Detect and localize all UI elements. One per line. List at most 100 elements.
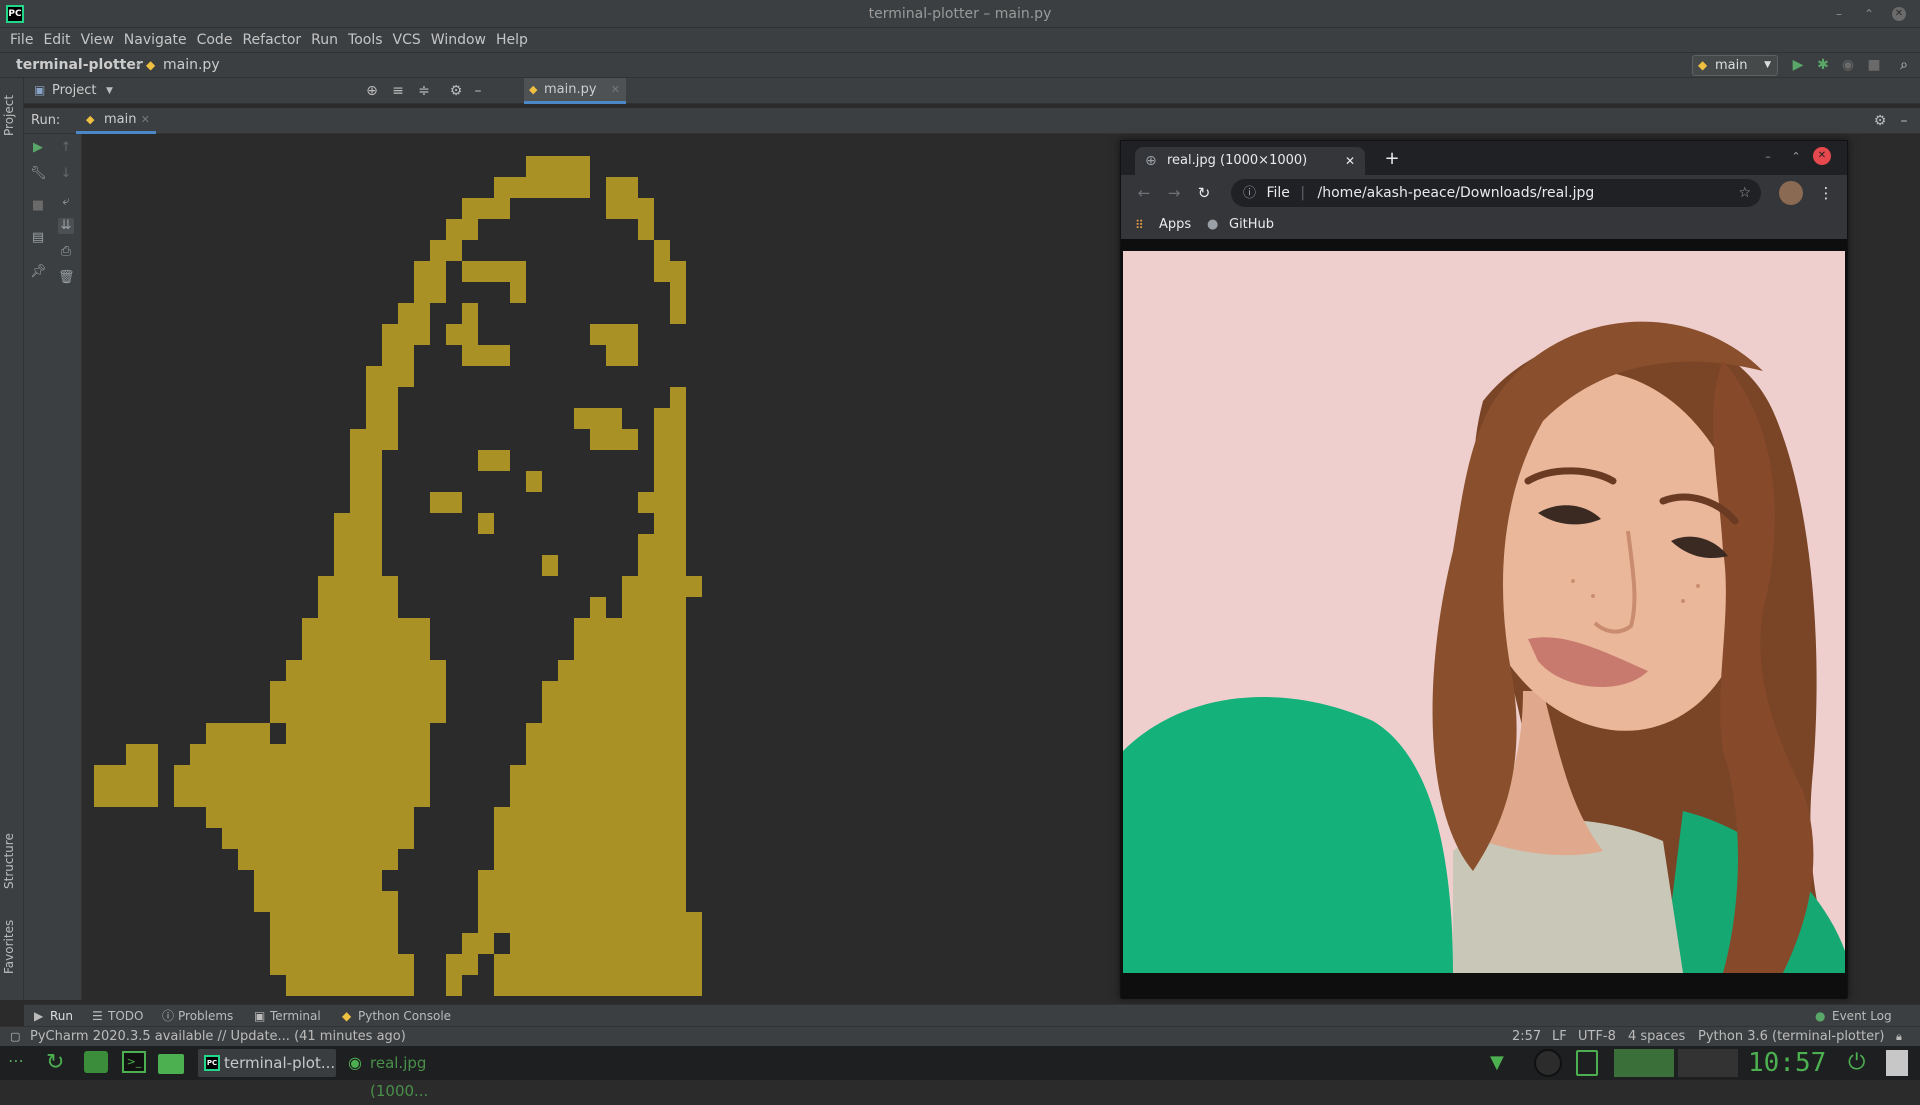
caret-position[interactable]: 2:57 bbox=[1512, 1027, 1541, 1046]
rerun-icon[interactable]: ▶ bbox=[30, 140, 46, 156]
minimize-icon[interactable]: – bbox=[1832, 7, 1846, 21]
menu-vcs[interactable]: VCS bbox=[388, 28, 426, 52]
plot-pixel-run bbox=[670, 303, 686, 324]
arrow-up-icon[interactable]: ↑ bbox=[58, 140, 74, 156]
star-icon[interactable]: ☆ bbox=[1738, 179, 1751, 207]
software-center-icon[interactable] bbox=[84, 1051, 108, 1073]
menu-window[interactable]: Window bbox=[426, 28, 491, 52]
layout-icon[interactable]: ▤ bbox=[30, 230, 46, 246]
maximize-icon[interactable]: ⌃ bbox=[1785, 147, 1807, 167]
gear-icon[interactable]: ⚙ bbox=[1872, 113, 1888, 129]
power-icon[interactable]: ⏻ bbox=[1848, 1051, 1872, 1075]
wifi-icon[interactable]: ▼ bbox=[1490, 1051, 1514, 1075]
gear-icon[interactable]: ⚙ bbox=[448, 83, 464, 99]
close-icon[interactable]: ✕ bbox=[1813, 147, 1831, 165]
plot-pixel-run bbox=[286, 723, 430, 744]
plot-pixel-run bbox=[590, 429, 638, 450]
indent-setting[interactable]: 4 spaces bbox=[1628, 1027, 1685, 1046]
pin-icon[interactable]: 📌︎ bbox=[30, 264, 47, 280]
browser-tab[interactable]: ⊕ real.jpg (1000×1000) ✕ bbox=[1135, 147, 1365, 175]
trash-bin-icon[interactable] bbox=[1886, 1050, 1908, 1076]
close-tab-icon[interactable]: ✕ bbox=[1345, 147, 1355, 175]
tool-tab-python-console[interactable]: Python Console bbox=[358, 1005, 451, 1027]
debug-icon[interactable]: ✱ bbox=[1815, 57, 1831, 73]
trash-icon[interactable]: 🗑︎ bbox=[58, 270, 75, 286]
folder-icon[interactable] bbox=[158, 1054, 184, 1074]
file-encoding[interactable]: UTF-8 bbox=[1578, 1027, 1616, 1046]
bookmark-apps[interactable]: Apps bbox=[1159, 211, 1191, 239]
scroll-to-end-icon[interactable]: ⇊ bbox=[58, 218, 74, 234]
forward-icon[interactable]: → bbox=[1163, 183, 1185, 203]
python-file-icon: ◆ bbox=[146, 58, 156, 72]
close-tab-icon[interactable]: ✕ bbox=[141, 108, 150, 132]
coverage-icon[interactable]: ◉ bbox=[1840, 57, 1856, 73]
side-tab-project[interactable]: Project bbox=[2, 86, 22, 144]
volume-knob-icon[interactable] bbox=[1534, 1049, 1562, 1077]
run-configuration-select[interactable]: ◆ main ▼ bbox=[1692, 55, 1778, 76]
menu-file[interactable]: File bbox=[5, 28, 38, 52]
back-icon[interactable]: ← bbox=[1133, 183, 1155, 203]
address-bar[interactable]: ⓘ File | /home/akash-peace/Downloads/rea… bbox=[1231, 179, 1761, 207]
python-interpreter[interactable]: Python 3.6 (terminal-plotter) bbox=[1698, 1027, 1885, 1046]
hide-icon[interactable]: – bbox=[1896, 113, 1912, 129]
locate-icon[interactable]: ⊕ bbox=[364, 83, 380, 99]
plot-pixel-run bbox=[398, 303, 430, 324]
tool-tab-run[interactable]: Run bbox=[50, 1005, 73, 1027]
search-icon[interactable]: ⌕ bbox=[1896, 57, 1912, 73]
project-view-label[interactable]: Project bbox=[52, 78, 96, 104]
close-tab-icon[interactable]: ✕ bbox=[611, 78, 620, 102]
lock-icon[interactable]: 🔒︎ bbox=[1896, 1027, 1902, 1046]
stop-icon[interactable]: ■ bbox=[30, 198, 46, 214]
wrench-icon[interactable]: 🔧︎ bbox=[30, 166, 47, 182]
soft-wrap-icon[interactable]: ⤶ bbox=[58, 194, 74, 210]
close-icon[interactable]: ✕ bbox=[1892, 7, 1906, 21]
print-icon[interactable]: ⎙ bbox=[58, 244, 74, 260]
menu-run[interactable]: Run bbox=[306, 28, 343, 52]
refresh-app-icon[interactable]: ↻ bbox=[46, 1051, 70, 1075]
menu-kebab-icon[interactable]: ⋮ bbox=[1815, 183, 1837, 203]
tool-tab-terminal[interactable]: Terminal bbox=[270, 1005, 321, 1027]
menu-help[interactable]: Help bbox=[491, 28, 533, 52]
terminal-app-icon[interactable]: >_ bbox=[122, 1051, 146, 1073]
collapse-all-icon[interactable]: ≑ bbox=[416, 83, 432, 99]
line-separator[interactable]: LF bbox=[1552, 1027, 1567, 1046]
run-tab-main[interactable]: ◆ main ✕ bbox=[76, 108, 156, 134]
side-tab-structure[interactable]: Structure bbox=[2, 828, 22, 894]
taskbar-item-browser[interactable]: ◉ real.jpg (1000... bbox=[344, 1049, 484, 1100]
plot-pixel-run bbox=[670, 387, 686, 408]
menu-edit[interactable]: Edit bbox=[38, 28, 75, 52]
reload-icon[interactable]: ↻ bbox=[1193, 183, 1215, 203]
clipboard-icon[interactable] bbox=[1576, 1050, 1598, 1076]
maximize-icon[interactable]: ⌃ bbox=[1862, 7, 1876, 21]
status-message[interactable]: PyCharm 2020.3.5 available // Update... … bbox=[30, 1027, 406, 1046]
bookmark-github[interactable]: GitHub bbox=[1229, 211, 1274, 239]
expand-all-icon[interactable]: ≡ bbox=[390, 83, 406, 99]
menu-dots-icon[interactable]: ⋯ bbox=[8, 1051, 32, 1075]
address-scheme-label: File bbox=[1266, 185, 1290, 201]
breadcrumb-project[interactable]: terminal-plotter bbox=[16, 53, 143, 77]
side-tab-favorites[interactable]: Favorites bbox=[2, 914, 22, 980]
menu-navigate[interactable]: Navigate bbox=[119, 28, 192, 52]
hide-icon[interactable]: – bbox=[470, 83, 486, 99]
menu-view[interactable]: View bbox=[76, 28, 119, 52]
menu-tools[interactable]: Tools bbox=[343, 28, 388, 52]
taskbar-item-pycharm[interactable]: PC terminal-plot... bbox=[198, 1049, 336, 1077]
plot-pixel-run bbox=[606, 177, 638, 198]
menu-code[interactable]: Code bbox=[192, 28, 238, 52]
chevron-down-icon[interactable]: ▼ bbox=[106, 78, 113, 104]
plot-pixel-run bbox=[478, 870, 686, 891]
stop-icon[interactable]: ■ bbox=[1866, 57, 1882, 73]
tool-tab-event-log[interactable]: Event Log bbox=[1832, 1005, 1892, 1027]
tool-tab-todo[interactable]: TODO bbox=[108, 1005, 143, 1027]
editor-tab-main-py[interactable]: ◆ main.py ✕ bbox=[524, 78, 626, 104]
editor-tab-label: main.py bbox=[544, 82, 597, 97]
arrow-down-icon[interactable]: ↓ bbox=[58, 166, 74, 182]
tool-tab-problems[interactable]: Problems bbox=[178, 1005, 233, 1027]
minimize-icon[interactable]: – bbox=[1757, 147, 1779, 167]
profile-avatar[interactable] bbox=[1779, 181, 1803, 205]
menu-refactor[interactable]: Refactor bbox=[237, 28, 306, 52]
breadcrumb-file[interactable]: main.py bbox=[163, 53, 220, 77]
new-tab-icon[interactable]: + bbox=[1381, 149, 1403, 169]
run-tool-header: Run: ◆ main ✕ ⚙ – bbox=[24, 108, 1920, 134]
run-icon[interactable]: ▶ bbox=[1790, 57, 1806, 73]
